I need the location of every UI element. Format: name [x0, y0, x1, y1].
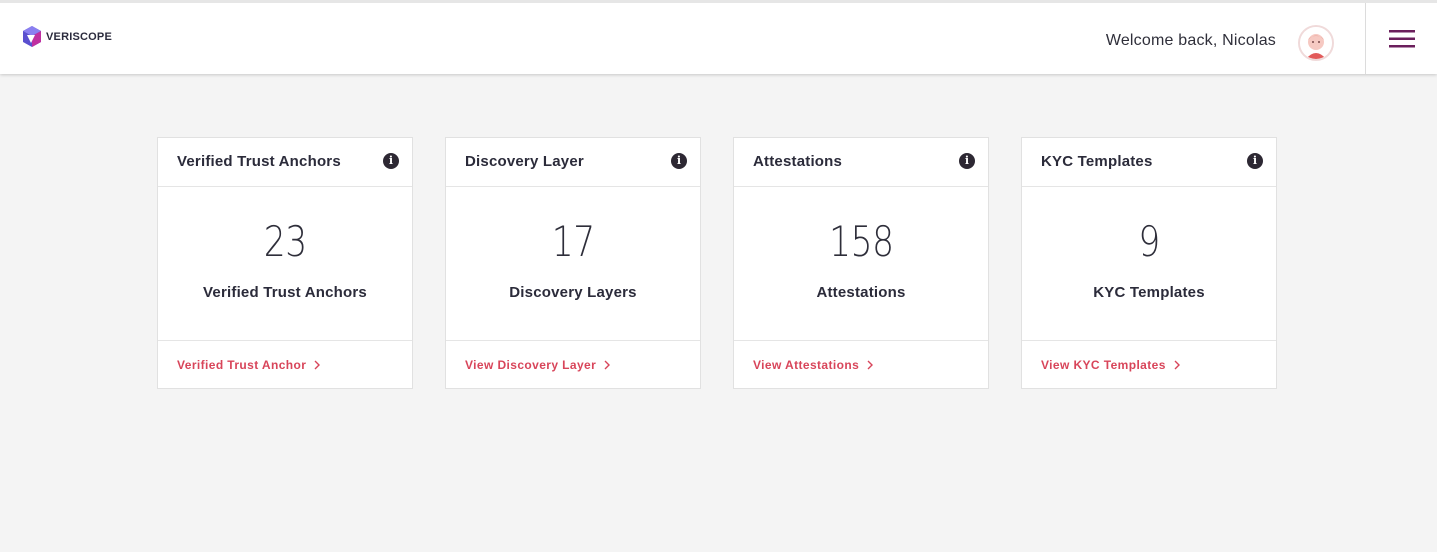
card-count: 9	[1138, 217, 1160, 266]
card-link-verified-trust-anchor[interactable]: Verified Trust Anchor	[177, 358, 321, 372]
card-label: Verified Trust Anchors	[203, 284, 367, 301]
card-title: Discovery Layer	[465, 153, 584, 170]
card-footer: View Discovery Layer	[446, 341, 700, 389]
info-icon[interactable]: i	[383, 153, 399, 169]
card-link-view-discovery-layer[interactable]: View Discovery Layer	[465, 358, 611, 372]
card-body: 158 Attestations	[734, 187, 988, 341]
card-body: 9 KYC Templates	[1022, 187, 1276, 341]
card-title: Attestations	[753, 153, 843, 170]
card-attestations: Attestations i 158 Attestations View Att…	[733, 137, 989, 389]
brand-name: VERISCOPE	[46, 31, 112, 43]
card-count: 23	[263, 217, 307, 266]
card-title: KYC Templates	[1041, 153, 1153, 170]
card-header: Discovery Layer i	[446, 138, 700, 187]
hamburger-menu-button[interactable]	[1366, 3, 1437, 74]
top-navbar: VERISCOPE Welcome back, Nicolas	[0, 0, 1437, 74]
card-discovery-layer: Discovery Layer i 17 Discovery Layers Vi…	[445, 137, 701, 389]
user-avatar[interactable]	[1298, 25, 1334, 61]
avatar-icon	[1300, 27, 1332, 59]
chevron-right-icon	[1174, 360, 1180, 370]
card-kyc-templates: KYC Templates i 9 KYC Templates View KYC…	[1021, 137, 1277, 389]
card-header: Attestations i	[734, 138, 988, 187]
card-label: KYC Templates	[1093, 284, 1205, 301]
card-body: 17 Discovery Layers	[446, 187, 700, 341]
card-verified-trust-anchors: Verified Trust Anchors i 23 Verified Tru…	[157, 137, 413, 389]
card-header: Verified Trust Anchors i	[158, 138, 412, 187]
card-label: Discovery Layers	[509, 284, 637, 301]
card-footer: View KYC Templates	[1022, 341, 1276, 389]
veriscope-logo-icon	[23, 26, 41, 47]
chevron-right-icon	[867, 360, 874, 370]
welcome-message: Welcome back, Nicolas	[1105, 32, 1276, 49]
chevron-right-icon	[604, 360, 611, 370]
card-title: Verified Trust Anchors	[177, 153, 341, 170]
card-header: KYC Templates i	[1022, 138, 1276, 187]
chevron-right-icon	[314, 360, 321, 370]
info-icon[interactable]: i	[671, 153, 687, 169]
card-body: 23 Verified Trust Anchors	[158, 187, 412, 341]
card-count: 17	[551, 217, 595, 266]
info-icon[interactable]: i	[1247, 153, 1263, 169]
card-link-view-kyc-templates[interactable]: View KYC Templates	[1041, 358, 1180, 372]
info-icon[interactable]: i	[959, 153, 975, 169]
brand-logo[interactable]: VERISCOPE	[21, 25, 112, 49]
card-footer: View Attestations	[734, 341, 988, 389]
card-count: 158	[828, 217, 894, 266]
hamburger-menu-icon	[1388, 29, 1415, 47]
card-footer: Verified Trust Anchor	[158, 341, 412, 389]
card-link-view-attestations[interactable]: View Attestations	[753, 358, 874, 372]
card-label: Attestations	[816, 284, 906, 301]
